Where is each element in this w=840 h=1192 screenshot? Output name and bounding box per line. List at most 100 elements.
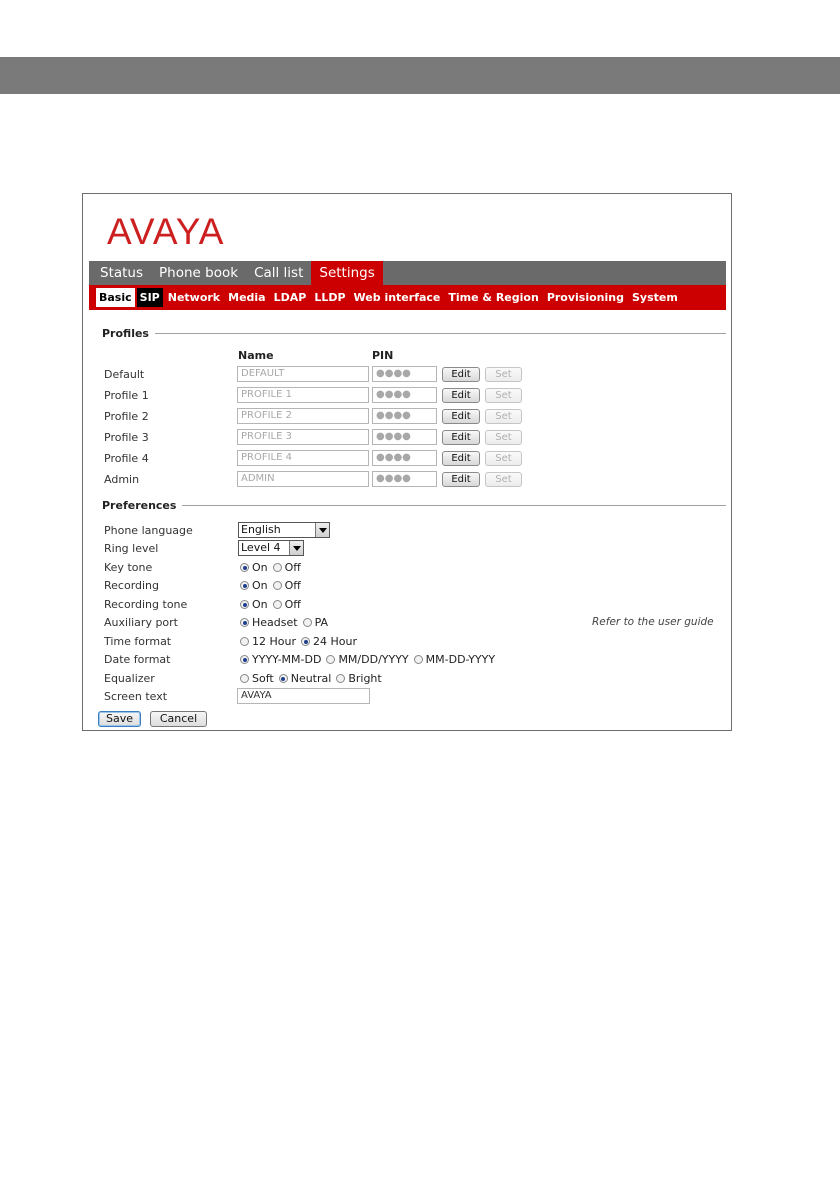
recording-on[interactable]: On: [240, 579, 268, 592]
ring-level-label: Ring level: [104, 542, 159, 555]
time-format-12-hour[interactable]: 12 Hour: [240, 635, 296, 648]
subtab-time-region[interactable]: Time & Region: [445, 288, 541, 307]
tab-settings[interactable]: Settings: [311, 261, 383, 285]
top-header-bar: [0, 57, 840, 94]
profile-name-input[interactable]: DEFAULT: [237, 366, 369, 382]
recording-off[interactable]: Off: [272, 579, 301, 592]
profile-name-input[interactable]: PROFILE 2: [237, 408, 369, 424]
option-label: YYYY-MM-DD: [252, 653, 322, 666]
key-tone-radio-group: On Off: [240, 561, 306, 574]
profile-pin-input[interactable]: ●●●●: [372, 429, 437, 445]
screen-text-label: Screen text: [104, 690, 168, 703]
edit-button[interactable]: Edit: [442, 430, 480, 445]
profiles-heading: Profiles: [102, 327, 149, 340]
recording-radio-group: On Off: [240, 579, 306, 592]
profile-name-input[interactable]: PROFILE 4: [237, 450, 369, 466]
option-label: On: [252, 561, 268, 574]
time-format-label: Time format: [104, 635, 172, 648]
radio-checked-icon: [240, 581, 249, 590]
settings-sub-nav: Basic SIP Network Media LDAP LLDP Web in…: [89, 285, 726, 310]
option-label: 24 Hour: [313, 635, 357, 648]
profile-label: Default: [104, 368, 145, 381]
radio-unchecked-icon: [240, 637, 249, 646]
radio-unchecked-icon: [302, 618, 312, 627]
radio-checked-icon: [240, 618, 249, 627]
section-divider: [182, 505, 726, 506]
key-tone-on[interactable]: On: [240, 561, 268, 574]
profile-pin-input[interactable]: ●●●●: [372, 366, 437, 382]
equalizer-bright[interactable]: Bright: [336, 672, 382, 685]
profile-name-input[interactable]: PROFILE 3: [237, 429, 369, 445]
profile-pin-input[interactable]: ●●●●: [372, 450, 437, 466]
subtab-media[interactable]: Media: [225, 288, 268, 307]
set-button[interactable]: Set: [485, 367, 522, 382]
avaya-logo: AVAYA: [107, 211, 225, 252]
profile-pin-input[interactable]: ●●●●: [372, 408, 437, 424]
auxiliary-port-radio-group: Headset PA: [240, 616, 333, 629]
option-label: Headset: [252, 616, 298, 629]
edit-button[interactable]: Edit: [442, 472, 480, 487]
auxiliary-port-headset[interactable]: Headset: [240, 616, 298, 629]
save-button[interactable]: Save: [98, 711, 141, 727]
profile-pin-input[interactable]: ●●●●: [372, 387, 437, 403]
set-button[interactable]: Set: [485, 472, 522, 487]
time-format-24-hour[interactable]: 24 Hour: [301, 635, 357, 648]
equalizer-soft[interactable]: Soft: [240, 672, 274, 685]
radio-unchecked-icon: [272, 563, 282, 572]
phone-language-label: Phone language: [104, 524, 193, 537]
subtab-sip[interactable]: SIP: [136, 288, 163, 307]
recording-tone-off[interactable]: Off: [272, 598, 301, 611]
profile-name-input[interactable]: ADMIN: [237, 471, 369, 487]
subtab-provisioning[interactable]: Provisioning: [544, 288, 627, 307]
dropdown-arrow-icon: [315, 523, 329, 537]
recording-tone-radio-group: On Off: [240, 598, 306, 611]
time-format-radio-group: 12 Hour 24 Hour: [240, 635, 362, 648]
option-label: PA: [314, 616, 329, 629]
tab-status[interactable]: Status: [89, 261, 151, 285]
dropdown-arrow-icon: [289, 541, 303, 555]
date-format-mm-dd-yyyy-dash[interactable]: MM-DD-YYYY: [413, 653, 495, 666]
recording-tone-on[interactable]: On: [240, 598, 268, 611]
screen-text-input[interactable]: AVAYA: [237, 688, 370, 704]
profile-label: Profile 3: [104, 431, 149, 444]
option-label: On: [252, 579, 268, 592]
auxiliary-port-pa[interactable]: PA: [302, 616, 329, 629]
subtab-system[interactable]: System: [629, 288, 681, 307]
tab-call-list[interactable]: Call list: [246, 261, 311, 285]
subtab-ldap[interactable]: LDAP: [271, 288, 310, 307]
radio-checked-icon: [240, 563, 249, 572]
phone-language-select[interactable]: English: [238, 522, 330, 538]
set-button[interactable]: Set: [485, 451, 522, 466]
equalizer-neutral[interactable]: Neutral: [278, 672, 332, 685]
profile-name-input[interactable]: PROFILE 1: [237, 387, 369, 403]
date-format-yyyy-mm-dd[interactable]: YYYY-MM-DD: [240, 653, 321, 666]
auxiliary-port-label: Auxiliary port: [104, 616, 178, 629]
profile-pin-input[interactable]: ●●●●: [372, 471, 437, 487]
web-interface-frame: AVAYA Status Phone book Call list Settin…: [82, 193, 732, 731]
option-label: Neutral: [290, 672, 332, 685]
radio-checked-icon: [278, 674, 288, 683]
set-button[interactable]: Set: [485, 388, 522, 403]
key-tone-off[interactable]: Off: [272, 561, 301, 574]
date-format-mm-dd-yyyy-slash[interactable]: MM/DD/YYYY: [326, 653, 409, 666]
subtab-network[interactable]: Network: [165, 288, 223, 307]
set-button[interactable]: Set: [485, 430, 522, 445]
edit-button[interactable]: Edit: [442, 367, 480, 382]
subtab-lldp[interactable]: LLDP: [311, 288, 348, 307]
subtab-basic[interactable]: Basic: [96, 288, 135, 307]
option-label: Off: [284, 579, 301, 592]
cancel-button[interactable]: Cancel: [150, 711, 207, 727]
option-label: Soft: [252, 672, 274, 685]
radio-unchecked-icon: [272, 600, 282, 609]
tab-phone-book[interactable]: Phone book: [151, 261, 246, 285]
edit-button[interactable]: Edit: [442, 409, 480, 424]
set-button[interactable]: Set: [485, 409, 522, 424]
edit-button[interactable]: Edit: [442, 451, 480, 466]
option-label: Off: [284, 561, 301, 574]
subtab-web-interface[interactable]: Web interface: [351, 288, 444, 307]
edit-button[interactable]: Edit: [442, 388, 480, 403]
profile-label: Profile 1: [104, 389, 149, 402]
equalizer-radio-group: Soft Neutral Bright: [240, 672, 387, 685]
option-label: On: [252, 598, 268, 611]
ring-level-select[interactable]: Level 4: [238, 540, 304, 556]
